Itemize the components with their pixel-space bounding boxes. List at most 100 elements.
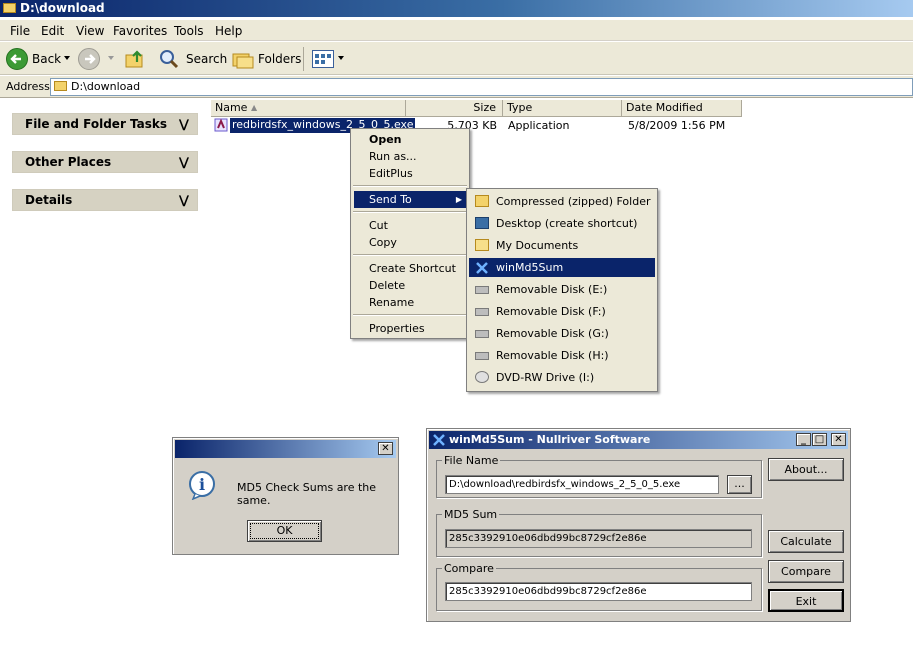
menu-edit[interactable]: Edit [41,24,64,38]
application-icon [214,118,228,132]
file-date: 5/8/2009 1:56 PM [628,119,726,132]
compare-input[interactable]: 285c3392910e06dbd99bc8729cf2e86e [445,582,752,601]
svg-text:i: i [199,475,205,494]
winmd5sum-title: winMd5Sum - Nullriver Software [449,433,651,446]
menu-editplus[interactable]: EditPlus [354,165,466,182]
info-icon: i [187,470,217,501]
menu-send-to[interactable]: Send To ▶ [354,191,466,208]
menu-rename[interactable]: Rename [354,294,466,311]
minimize-icon[interactable]: _ [796,433,811,446]
sendto-label: winMd5Sum [496,261,564,274]
maximize-icon[interactable]: □ [812,433,827,446]
collapse-chevron-icon[interactable]: ⋁ [179,190,189,210]
close-icon[interactable]: ✕ [831,433,846,446]
sendto-my-documents[interactable]: My Documents [469,236,655,255]
ok-button[interactable]: OK [247,520,322,542]
menu-file[interactable]: File [10,24,30,38]
task-other-places[interactable]: Other Places ⋁ [12,151,198,173]
menu-bar: File Edit View Favorites Tools Help [0,20,913,41]
column-header-size[interactable]: Size [406,100,503,117]
folder-icon [3,3,16,13]
menu-separator [353,314,467,316]
winmd5sum-titlebar[interactable]: winMd5Sum - Nullriver Software [429,431,848,449]
my-documents-icon [475,239,489,251]
column-header-date[interactable]: Date Modified [622,100,742,117]
back-arrow-icon[interactable] [6,48,28,70]
task-details-label: Details [25,193,73,207]
sort-ascending-icon: ▲ [251,103,258,112]
sendto-submenu: Compressed (zipped) Folder Desktop (crea… [466,188,658,392]
menu-separator [353,185,467,187]
compare-label: Compare [442,562,496,575]
winmd5sum-icon [475,261,489,274]
zip-folder-icon [475,195,489,207]
about-button[interactable]: About... [768,458,844,481]
file-name-label: File Name [442,454,501,467]
toolbar-divider [303,47,304,71]
task-pane [0,99,210,668]
md5-sum-field: 285c3392910e06dbd99bc8729cf2e86e [445,529,752,548]
sendto-label: Removable Disk (E:) [496,283,608,296]
sendto-compressed-folder[interactable]: Compressed (zipped) Folder [469,192,655,211]
calculate-button[interactable]: Calculate [768,530,844,553]
collapse-chevron-icon[interactable]: ⋁ [179,114,189,134]
removable-disk-icon [475,352,489,360]
column-header-name[interactable]: Name ▲ [211,100,406,117]
sendto-removable-f[interactable]: Removable Disk (F:) [469,302,655,321]
removable-disk-icon [475,330,489,338]
back-dropdown-icon[interactable] [64,56,70,60]
menu-help[interactable]: Help [215,24,242,38]
sendto-removable-h[interactable]: Removable Disk (H:) [469,346,655,365]
search-button[interactable]: Search [186,46,227,72]
sendto-label: DVD-RW Drive (I:) [496,371,595,384]
winmd5sum-icon [432,433,446,447]
menu-send-to-label: Send To [369,193,412,206]
task-details[interactable]: Details ⋁ [12,189,198,211]
sendto-removable-e[interactable]: Removable Disk (E:) [469,280,655,299]
task-other-places-label: Other Places [25,155,112,169]
menu-view[interactable]: View [76,24,104,38]
message-dialog-titlebar[interactable] [175,440,396,458]
folders-button[interactable]: Folders [258,46,301,72]
close-icon[interactable]: ✕ [378,442,393,455]
menu-open[interactable]: Open [354,131,466,148]
views-dropdown-icon[interactable] [338,56,344,60]
menu-properties[interactable]: Properties [354,320,466,337]
search-icon[interactable] [158,48,180,70]
folders-icon[interactable] [231,48,255,70]
toolbar: Back Search Folders [0,42,913,75]
column-header-type[interactable]: Type [503,100,622,117]
browse-button[interactable]: ... [727,475,752,494]
menu-separator [353,254,467,256]
address-input[interactable]: D:\download [50,78,913,96]
menu-cut[interactable]: Cut [354,217,466,234]
sendto-label: Removable Disk (G:) [496,327,609,340]
compare-button[interactable]: Compare [768,560,844,583]
folder-up-icon[interactable] [124,48,146,70]
sendto-label: Compressed (zipped) Folder [496,195,651,208]
forward-arrow-icon[interactable] [78,48,100,70]
collapse-chevron-icon[interactable]: ⋁ [179,152,189,172]
menu-create-shortcut[interactable]: Create Shortcut [354,260,466,277]
sendto-desktop[interactable]: Desktop (create shortcut) [469,214,655,233]
menu-separator [353,211,467,213]
column-name-label: Name [215,101,248,114]
menu-copy[interactable]: Copy [354,234,466,251]
menu-delete[interactable]: Delete [354,277,466,294]
winmd5sum-window: winMd5Sum - Nullriver Software _ □ ✕ Fil… [426,428,851,622]
menu-favorites[interactable]: Favorites [113,24,167,38]
task-file-folder[interactable]: File and Folder Tasks ⋁ [12,113,198,135]
views-icon[interactable] [312,50,334,68]
forward-dropdown-icon[interactable] [108,56,114,60]
menu-run-as[interactable]: Run as... [354,148,466,165]
menu-tools[interactable]: Tools [174,24,204,38]
back-button[interactable]: Back [32,46,61,72]
removable-disk-icon [475,286,489,294]
dvd-drive-icon [475,371,489,383]
sendto-removable-g[interactable]: Removable Disk (G:) [469,324,655,343]
sendto-dvd-drive[interactable]: DVD-RW Drive (I:) [469,368,655,387]
window-titlebar[interactable]: D:\download [0,0,913,17]
exit-button[interactable]: Exit [768,589,844,612]
sendto-winmd5sum[interactable]: winMd5Sum [469,258,655,277]
file-name-input[interactable]: D:\download\redbirdsfx_windows_2_5_0_5.e… [445,475,719,494]
